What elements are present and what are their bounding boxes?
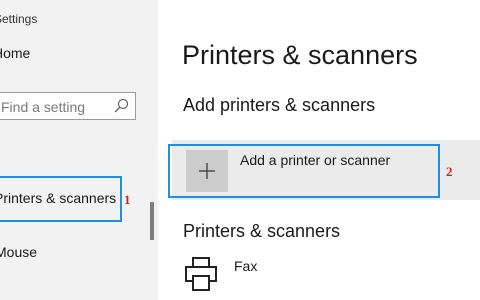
sidebar-scrollbar[interactable] [150, 202, 154, 240]
highlight-box-sidebar-item [0, 176, 122, 222]
device-item-fax[interactable]: Fax [234, 258, 257, 274]
sidebar-item-home[interactable]: Home [0, 45, 30, 61]
section-heading-printers: Printers & scanners [183, 221, 341, 241]
annotation-marker-2: 2 [446, 164, 453, 179]
highlight-box-add-printer [168, 144, 440, 198]
sidebar-item-mouse[interactable]: Mouse [0, 244, 37, 260]
search-icon [114, 98, 129, 113]
settings-sidebar: Settings Home Find a setting Printers & … [0, 0, 158, 300]
search-input[interactable]: Find a setting [0, 92, 136, 120]
settings-app-title: Settings [0, 12, 38, 26]
page-title: Printers & scanners [182, 40, 418, 70]
annotation-marker-1: 1 [124, 192, 131, 207]
section-heading-add: Add printers & scanners [183, 95, 376, 115]
printer-icon [185, 257, 217, 291]
search-input-placeholder: Find a setting [1, 99, 86, 115]
